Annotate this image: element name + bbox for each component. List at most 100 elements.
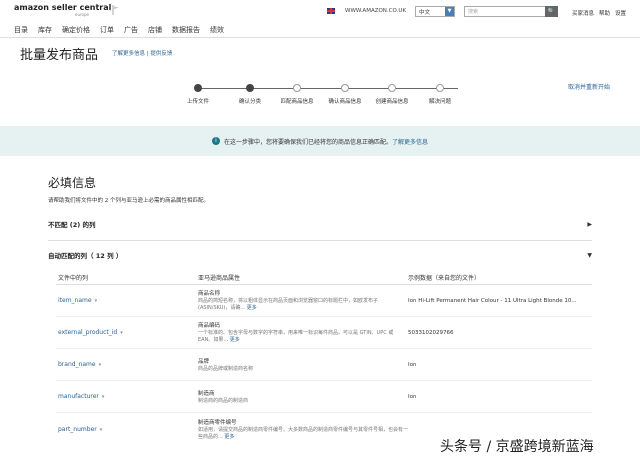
- attribute-desc: 商品的品牌或制造商名称: [198, 365, 254, 372]
- info-icon: i: [211, 137, 220, 145]
- chevron-down-icon: ▾: [98, 362, 102, 368]
- logo-main: amazon seller central: [14, 2, 112, 12]
- attribute-desc: 商品的简短名称，将以粗体显示在商品页面和浏览器窗口的标题栏中，如欧发布子 (AS…: [198, 298, 408, 312]
- attribute-cell: 品牌 商品的品牌或制造商名称: [198, 357, 408, 373]
- step-dot: [436, 84, 444, 92]
- more-link[interactable]: 更多: [247, 305, 257, 311]
- chevron-down-icon: ▾: [94, 298, 98, 304]
- caret-right-icon: ▶: [587, 221, 592, 228]
- column-name: external_product_id: [58, 329, 118, 336]
- buyer-messages-link[interactable]: 买家消息: [572, 9, 594, 17]
- more-link[interactable]: 更多: [230, 337, 240, 343]
- cancel-restart-link[interactable]: 取消并重新开始: [568, 82, 610, 91]
- search-button[interactable]: 🔍: [545, 6, 558, 17]
- chevron-down-icon: ▾: [99, 426, 103, 433]
- banner-text: 在这一步骤中，您将要确保我们已经将您的商品信息正确匹配。: [223, 138, 392, 146]
- attribute-cell: 商品名称 商品的简短名称，将以粗体显示在商品页面和浏览器窗口的标题栏中，如欧发布…: [198, 289, 408, 312]
- more-link[interactable]: 更多: [224, 434, 234, 440]
- progress-stepper: 上传文件 确认分类 匹配商品信息 确认商品信息 创建商品信息 解决问题 取消并重…: [0, 68, 640, 126]
- nav-item-inventory[interactable]: 库存: [38, 25, 52, 35]
- unmatched-label: 不匹配 (2) 的列: [48, 221, 96, 229]
- watermark-text: 头条号 / 京盛跨境新蓝海: [432, 436, 632, 458]
- step-label: 解决问题: [428, 99, 451, 105]
- nav-item-stores[interactable]: 店铺: [148, 25, 162, 35]
- table-row: item_name ▾ 商品名称 商品的简短名称，将以粗体显示在商品页面和浏览器窗…: [56, 285, 592, 317]
- nav-item-performance[interactable]: 绩效: [210, 25, 224, 35]
- column-select[interactable]: item_name ▾: [56, 297, 198, 304]
- divider: [48, 240, 592, 241]
- table-row: external_product_id ▾ 商品编码 一个标准的、包含字母与数字的…: [56, 317, 592, 349]
- column-name: item_name: [58, 297, 92, 304]
- sample-value: Ion: [408, 393, 417, 400]
- attribute-title: 商品编码: [198, 323, 221, 329]
- step-label: 上传文件: [186, 99, 209, 105]
- attribute-title: 商品名称: [198, 291, 221, 297]
- column-select[interactable]: manufacturer ▾: [56, 393, 198, 400]
- column-select[interactable]: part_number ▾: [56, 426, 198, 433]
- column-name: manufacturer: [58, 393, 99, 400]
- attribute-desc: 制造商的商品的制造商: [198, 397, 249, 404]
- attribute-cell: 商品编码 一个标准的、包含字母与数字的字符串，用来唯一标识每件商品。可以是 GT…: [198, 321, 408, 344]
- column-select[interactable]: external_product_id ▾: [56, 329, 198, 336]
- top-bar: amazon seller central europe WWW.AMAZON.…: [0, 0, 640, 22]
- language-select[interactable]: 中文 ▼: [415, 6, 455, 17]
- attribute-desc: 如适用，请提交商品的制造商零件编号。大多数商品的制造商零件编号与其零件号相，也会…: [198, 427, 408, 441]
- table-header: 文件中的列 亚马逊商品属性 示例数据（来自您的文件）: [56, 271, 592, 285]
- page-title: 批量发布商品: [20, 47, 99, 63]
- info-banner: i 在这一步骤中，您将要确保我们已经将您的商品信息正确匹配。 了解更多信息: [0, 126, 640, 156]
- sample-value: 5033102029766: [408, 329, 454, 336]
- header-file-column: 文件中的列: [58, 275, 89, 282]
- chevron-down-icon: ▼: [445, 7, 454, 16]
- step-upload: 上传文件: [168, 84, 228, 105]
- title-bar: 批量发布商品 了解更多信息 | 提供反馈: [0, 38, 640, 68]
- header-amazon-attribute: 亚马逊商品属性: [198, 275, 241, 282]
- sample-value: Ion: [408, 361, 417, 368]
- settings-link[interactable]: 设置: [615, 9, 626, 17]
- step-dot: [293, 84, 301, 92]
- column-select[interactable]: brand_name ▾: [56, 361, 198, 368]
- nav-item-catalog[interactable]: 目录: [14, 25, 28, 35]
- banner-learn-more-link[interactable]: 了解更多信息: [392, 137, 428, 146]
- mapping-table: 文件中的列 亚马逊商品属性 示例数据（来自您的文件） item_name ▾ 商品…: [56, 271, 592, 445]
- header-sample-data: 示例数据（来自您的文件）: [408, 275, 481, 282]
- nav-item-advertising[interactable]: 广告: [124, 25, 138, 35]
- desc-text: 一个标准的、包含字母与数字的字符串，用来唯一标识每件商品。可以是 GTIN、UP…: [198, 330, 394, 343]
- required-heading: 必填信息: [48, 176, 97, 190]
- nav-item-orders[interactable]: 订单: [100, 25, 114, 35]
- attribute-title: 制造商: [198, 390, 215, 397]
- column-name: brand_name: [58, 361, 96, 368]
- chevron-down-icon: ▾: [101, 394, 105, 400]
- title-links[interactable]: 了解更多信息 | 提供反馈: [112, 49, 172, 57]
- help-link[interactable]: 帮助: [599, 9, 610, 17]
- nav-item-pricing[interactable]: 确定价格: [62, 25, 90, 35]
- matched-label: 自动匹配的列（ 12 列 ）: [48, 252, 123, 260]
- unmatched-section-toggle[interactable]: 不匹配 (2) 的列 ▶: [48, 218, 592, 232]
- flag-icon[interactable]: [112, 5, 120, 15]
- nav-item-reports[interactable]: 数据报告: [172, 25, 200, 35]
- step-dot: [194, 84, 202, 92]
- caret-down-icon: ▼: [587, 252, 592, 259]
- attribute-title: 品牌: [198, 358, 210, 365]
- attribute-cell: 制造商 制造商的商品的制造商: [198, 389, 408, 405]
- uk-flag-icon: [327, 8, 335, 14]
- sample-value: Ion Hi-Lift Permanent Hair Colour - 11 U…: [408, 297, 577, 304]
- attribute-desc: 一个标准的、包含字母与数字的字符串，用来唯一标识每件商品。可以是 GTIN、UP…: [198, 330, 408, 344]
- seller-central-logo[interactable]: amazon seller central europe: [14, 2, 114, 19]
- table-row: manufacturer ▾ 制造商 制造商的商品的制造商 Ion: [56, 381, 592, 413]
- logo-sub: europe: [75, 11, 89, 17]
- chevron-down-icon: ▾: [120, 330, 123, 336]
- attribute-title: 制造商零件编号: [198, 419, 237, 426]
- desc-text: 商品的简短名称，将以粗体显示在商品页面和浏览器窗口的标题栏中，如欧发布子 (AS…: [198, 298, 379, 311]
- column-name: part_number: [58, 425, 97, 433]
- step-resolve: 解决问题: [410, 84, 470, 105]
- search-input[interactable]: 搜索: [464, 6, 554, 17]
- marketplace-site[interactable]: WWW.AMAZON.CO.UK: [345, 8, 406, 14]
- attribute-cell: 制造商零件编号 如适用，请提交商品的制造商零件编号。大多数商品的制造商零件编号与…: [198, 418, 408, 441]
- top-links: 买家消息 帮助 设置: [572, 9, 626, 17]
- table-row: brand_name ▾ 品牌 商品的品牌或制造商名称 Ion: [56, 349, 592, 381]
- step-dot: [246, 84, 254, 92]
- required-note: 请帮助我们将文件中的 2 个列与亚马逊上必需的商品属性相匹配。: [48, 198, 209, 204]
- matched-section-toggle[interactable]: 自动匹配的列（ 12 列 ） ▼: [48, 249, 592, 263]
- main-nav: 目录 库存 确定价格 订单 广告 店铺 数据报告 绩效: [0, 22, 640, 38]
- main-content: 必填信息 请帮助我们将文件中的 2 个列与亚马逊上必需的商品属性相匹配。 不匹配…: [0, 174, 640, 445]
